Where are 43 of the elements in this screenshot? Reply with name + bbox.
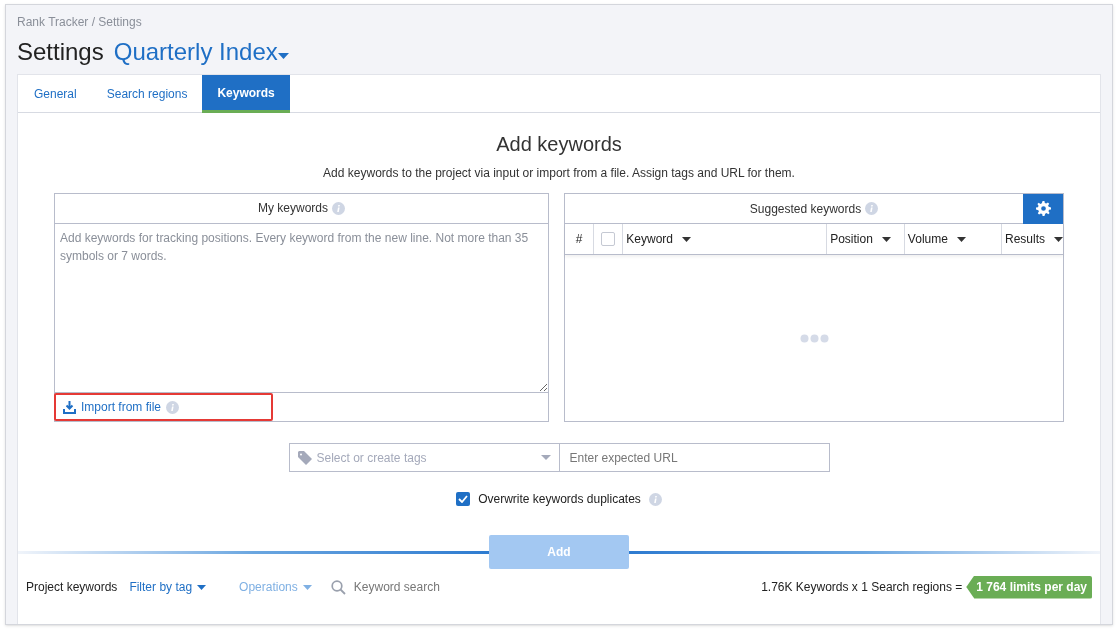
caret-icon xyxy=(1054,236,1063,242)
caret-icon xyxy=(277,53,289,59)
column-header[interactable]: Keyword xyxy=(623,224,828,254)
panel-title: Suggested keywords xyxy=(749,200,862,218)
keyword-search-field[interactable]: Keyword search xyxy=(330,578,504,596)
filter-dropdown[interactable]: Filter by tag xyxy=(129,578,207,596)
project-dropdown[interactable]: Quarterly Index xyxy=(113,34,289,70)
checkbox[interactable] xyxy=(456,492,471,506)
info-icon xyxy=(865,202,879,215)
section-label: Project keywords xyxy=(26,579,118,596)
checkbox-label: Overwrite keywords duplicates xyxy=(478,491,641,508)
section-heading: Add keywords xyxy=(495,132,623,156)
import-link[interactable]: Import from file xyxy=(54,393,273,421)
url-field[interactable]: Enter expected URL xyxy=(559,443,830,472)
limits-badge: 1 764 limits per day xyxy=(966,575,1092,599)
column-header[interactable]: Volume xyxy=(904,224,1002,254)
tab[interactable]: Search regions xyxy=(91,75,203,113)
caret-icon xyxy=(302,584,312,590)
keywords-textarea[interactable]: Add keywords for tracking positions. Every keyword from the new line. Not more than 35 symbols or 7 words. xyxy=(54,223,549,393)
search-icon xyxy=(330,579,346,595)
tab[interactable]: Keywords xyxy=(202,75,290,113)
settings-icon xyxy=(1035,201,1051,216)
info-icon xyxy=(648,492,662,506)
column-header[interactable]: Position xyxy=(827,224,905,254)
caret-icon xyxy=(681,236,691,242)
caret-icon xyxy=(881,236,891,242)
tab[interactable]: General xyxy=(19,75,92,113)
caret-icon xyxy=(197,584,207,590)
column-header[interactable]: Results xyxy=(1002,224,1063,254)
section-description: Add keywords to the project via input or import from a file. Assign tags and URL for them. xyxy=(322,166,796,180)
panel-title: My keywords xyxy=(258,200,328,218)
page-title: Settings xyxy=(17,37,104,67)
tag-icon xyxy=(297,450,312,465)
info-icon xyxy=(166,400,179,414)
caret-icon xyxy=(540,455,551,460)
info-icon xyxy=(332,201,345,215)
settings-button[interactable] xyxy=(1023,193,1063,224)
caret-icon xyxy=(956,236,966,242)
column-header[interactable]: # xyxy=(565,224,595,254)
limits-summary: 1.76K Keywords x 1 Search regions = xyxy=(761,579,963,596)
download-icon xyxy=(63,400,76,414)
breadcrumb: Rank Tracker / Settings xyxy=(17,15,143,29)
checkbox[interactable] xyxy=(601,232,616,246)
